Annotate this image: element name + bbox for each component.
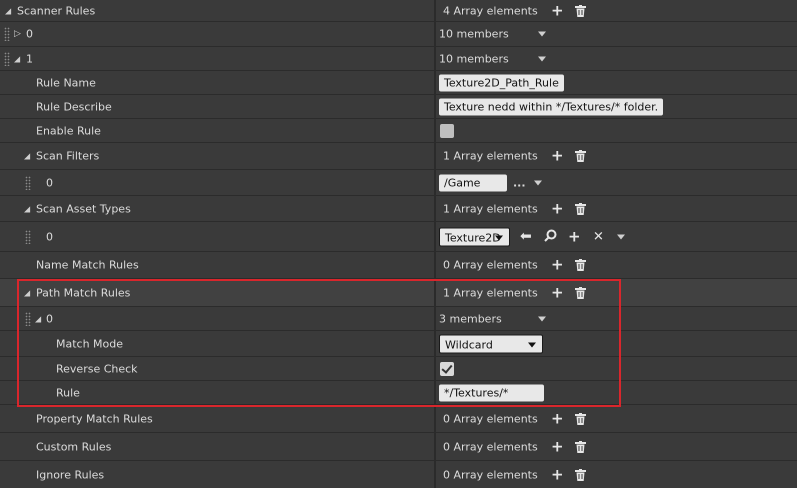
- row-property-match-rules: Property Match Rules 0 Array elements +: [0, 405, 797, 433]
- delete-all-trash-icon[interactable]: [575, 412, 586, 425]
- element-index: 1: [26, 52, 33, 65]
- chevron-down-icon[interactable]: [534, 180, 542, 185]
- delete-all-trash-icon[interactable]: [575, 259, 586, 271]
- collapse-triangle-icon[interactable]: ◢: [24, 204, 30, 213]
- row-name-match-rules: Name Match Rules 0 Array elements +: [0, 252, 797, 279]
- use-selected-arrow-left-icon[interactable]: ⬅: [520, 229, 532, 243]
- ignore-rules-label: Ignore Rules: [36, 468, 105, 481]
- delete-all-trash-icon[interactable]: [575, 202, 586, 215]
- scanner-rules-label: Scanner Rules: [17, 4, 96, 17]
- insert-plus-icon[interactable]: +: [568, 229, 581, 244]
- name-match-rules-count: 0 Array elements: [443, 258, 538, 272]
- delete-all-trash-icon[interactable]: [575, 150, 586, 162]
- element-members: 10 members: [439, 52, 509, 65]
- add-element-plus-icon[interactable]: +: [551, 439, 564, 454]
- enable-rule-label: Enable Rule: [36, 124, 101, 137]
- collapse-triangle-icon[interactable]: ◢: [24, 152, 30, 161]
- scanner-rules-count: 4 Array elements: [443, 4, 538, 17]
- enable-rule-checkbox[interactable]: [440, 123, 454, 138]
- annotation-highlight-box: [17, 279, 621, 407]
- scan-filters-count: 1 Array elements: [443, 149, 538, 163]
- ignore-rules-count: 0 Array elements: [443, 468, 538, 481]
- delete-all-trash-icon[interactable]: [575, 468, 586, 481]
- rule-name-field[interactable]: Texture2D_Path_Rule: [439, 74, 564, 91]
- rule-describe-field[interactable]: Texture nedd within */Textures/* folder.: [439, 98, 664, 115]
- scan-filter-path-field[interactable]: /Game: [439, 174, 507, 191]
- chevron-down-icon[interactable]: [538, 56, 546, 61]
- row-scanner-rules-0[interactable]: ▷ 0 10 members: [0, 22, 797, 47]
- row-scanner-rules-1[interactable]: ◢ 1 10 members: [0, 47, 797, 71]
- row-scan-filters-0[interactable]: 0 /Game ...: [0, 170, 797, 196]
- chevron-down-icon: [495, 235, 503, 240]
- browse-magnifier-icon[interactable]: [544, 229, 557, 245]
- row-scan-filters: ◢ Scan Filters 1 Array elements +: [0, 143, 797, 170]
- element-index: 0: [26, 27, 33, 41]
- collapse-triangle-icon[interactable]: ◢: [5, 6, 11, 15]
- chevron-down-icon[interactable]: [538, 31, 546, 37]
- add-element-plus-icon[interactable]: +: [551, 201, 564, 216]
- drag-handle-icon[interactable]: [4, 51, 10, 66]
- browse-ellipsis-button[interactable]: ...: [513, 176, 526, 189]
- element-index: 0: [46, 230, 53, 243]
- row-scan-asset-types: ◢ Scan Asset Types 1 Array elements +: [0, 196, 797, 222]
- expand-triangle-icon[interactable]: ▷: [14, 29, 21, 39]
- chevron-down-icon[interactable]: [617, 234, 625, 239]
- property-match-rules-label: Property Match Rules: [36, 412, 153, 425]
- row-ignore-rules: Ignore Rules 0 Array elements +: [0, 461, 797, 488]
- element-members: 10 members: [439, 27, 509, 41]
- row-custom-rules: Custom Rules 0 Array elements +: [0, 433, 797, 461]
- property-match-rules-count: 0 Array elements: [443, 412, 538, 425]
- drag-handle-icon[interactable]: [25, 229, 31, 244]
- custom-rules-label: Custom Rules: [36, 440, 112, 453]
- drag-handle-icon[interactable]: [4, 27, 10, 41]
- add-element-plus-icon[interactable]: +: [551, 411, 564, 426]
- custom-rules-count: 0 Array elements: [443, 440, 538, 453]
- element-index: 0: [46, 176, 53, 189]
- scan-filters-label: Scan Filters: [36, 149, 100, 163]
- row-scanner-rules: ◢ Scanner Rules 4 Array elements +: [0, 0, 797, 22]
- rule-describe-label: Rule Describe: [36, 100, 112, 113]
- add-element-plus-icon[interactable]: +: [551, 3, 564, 18]
- scan-asset-types-label: Scan Asset Types: [36, 202, 131, 215]
- scan-asset-types-count: 1 Array elements: [443, 202, 538, 215]
- add-element-plus-icon[interactable]: +: [551, 148, 564, 163]
- row-enable-rule: Enable Rule: [0, 119, 797, 143]
- column-divider[interactable]: [434, 0, 436, 488]
- drag-handle-icon[interactable]: [25, 175, 31, 190]
- name-match-rules-label: Name Match Rules: [36, 258, 139, 272]
- delete-all-trash-icon[interactable]: [575, 440, 586, 453]
- add-element-plus-icon[interactable]: +: [551, 467, 564, 482]
- delete-all-trash-icon[interactable]: [575, 4, 586, 17]
- row-rule-name: Rule Name Texture2D_Path_Rule: [0, 71, 797, 95]
- asset-type-combo[interactable]: Texture2D: [439, 227, 510, 246]
- row-scan-asset-types-0[interactable]: 0 Texture2D ⬅ + ✕: [0, 222, 797, 252]
- clear-x-icon[interactable]: ✕: [593, 230, 604, 243]
- row-rule-describe: Rule Describe Texture nedd within */Text…: [0, 95, 797, 119]
- add-element-plus-icon[interactable]: +: [551, 257, 564, 272]
- rule-name-label: Rule Name: [36, 76, 96, 89]
- asset-type-value: Texture2D: [445, 231, 501, 244]
- collapse-triangle-icon[interactable]: ◢: [14, 54, 20, 63]
